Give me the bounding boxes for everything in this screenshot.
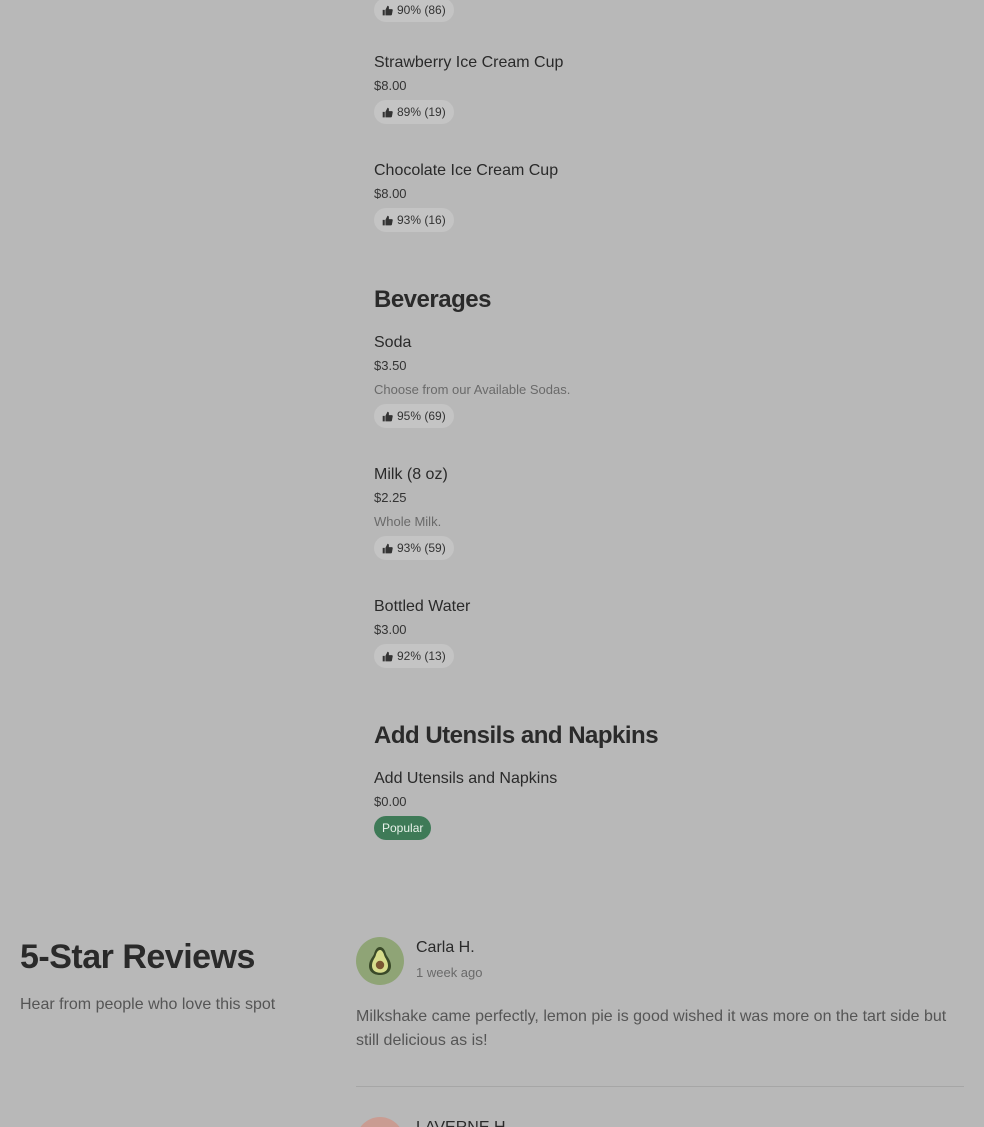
thumbs-up-icon [382, 107, 393, 117]
item-name: Strawberry Ice Cream Cup [374, 54, 564, 71]
popular-badge: Popular [374, 816, 432, 840]
section-title-beverages: Beverages [374, 286, 491, 313]
item-price: $3.00 [374, 622, 407, 637]
item-description: Whole Milk. [374, 514, 442, 529]
menu-item-soda[interactable]: Soda $3.50 Choose from our Available Sod… [374, 333, 570, 428]
thumbs-up-icon [382, 215, 393, 225]
item-price: $8.00 [374, 186, 407, 201]
section-title-utensils: Add Utensils and Napkins [374, 722, 659, 749]
menu-item-add-utensils[interactable]: Add Utensils and Napkins $0.00 Popular [374, 769, 557, 840]
reviewer-avatar [356, 937, 404, 985]
rating-text: 95% (69) [397, 409, 446, 423]
item-price: $8.00 [374, 78, 407, 93]
rating-pill: 95% (69) [374, 404, 454, 428]
item-name: Milk (8 oz) [374, 466, 448, 483]
rating-pill: 92% (13) [374, 644, 454, 668]
reviewer-avatar [356, 1117, 404, 1127]
menu-item-partial[interactable]: 90% (86) [374, 0, 454, 22]
item-price: $3.50 [374, 358, 407, 373]
avocado-icon [369, 947, 391, 975]
reviewer-name: LAVERNE H. [416, 1119, 510, 1127]
item-description: Choose from our Available Sodas. [374, 382, 571, 397]
rating-text: 93% (59) [397, 541, 446, 555]
rating-pill: 90% (86) [374, 0, 454, 22]
item-name: Add Utensils and Napkins [374, 770, 558, 787]
rating-pill: 93% (59) [374, 536, 454, 560]
rating-text: 90% (86) [397, 3, 446, 17]
review-text: Milkshake came perfectly, lemon pie is g… [356, 1008, 947, 1049]
item-price: $0.00 [374, 794, 407, 809]
thumbs-up-icon [382, 411, 393, 421]
thumbs-up-icon [382, 651, 393, 661]
item-price: $2.25 [374, 490, 407, 505]
item-name: Bottled Water [374, 598, 471, 615]
review-time: 1 week ago [416, 965, 483, 980]
thumbs-up-icon [382, 5, 393, 15]
menu-item-milk[interactable]: Milk (8 oz) $2.25 Whole Milk. 93% (59) [374, 465, 454, 560]
reviews-subtitle: Hear from people who love this spot [20, 996, 276, 1013]
reviewer-name: Carla H. [416, 939, 475, 956]
menu-item-chocolate-ice-cream-cup[interactable]: Chocolate Ice Cream Cup $8.00 93% (16) [374, 161, 558, 232]
menu-item-strawberry-ice-cream-cup[interactable]: Strawberry Ice Cream Cup $8.00 89% (19) [374, 53, 563, 124]
rating-pill: 93% (16) [374, 208, 454, 232]
rating-text: 93% (16) [397, 213, 446, 227]
item-name: Soda [374, 334, 412, 351]
rating-text: 89% (19) [397, 105, 446, 119]
item-name: Chocolate Ice Cream Cup [374, 162, 559, 179]
rating-pill: 89% (19) [374, 100, 454, 124]
review-divider [356, 1086, 964, 1087]
rating-text: 92% (13) [397, 649, 446, 663]
reviews-title: 5-Star Reviews [20, 938, 255, 976]
menu-item-bottled-water[interactable]: Bottled Water $3.00 92% (13) [374, 597, 470, 668]
thumbs-up-icon [382, 543, 393, 553]
